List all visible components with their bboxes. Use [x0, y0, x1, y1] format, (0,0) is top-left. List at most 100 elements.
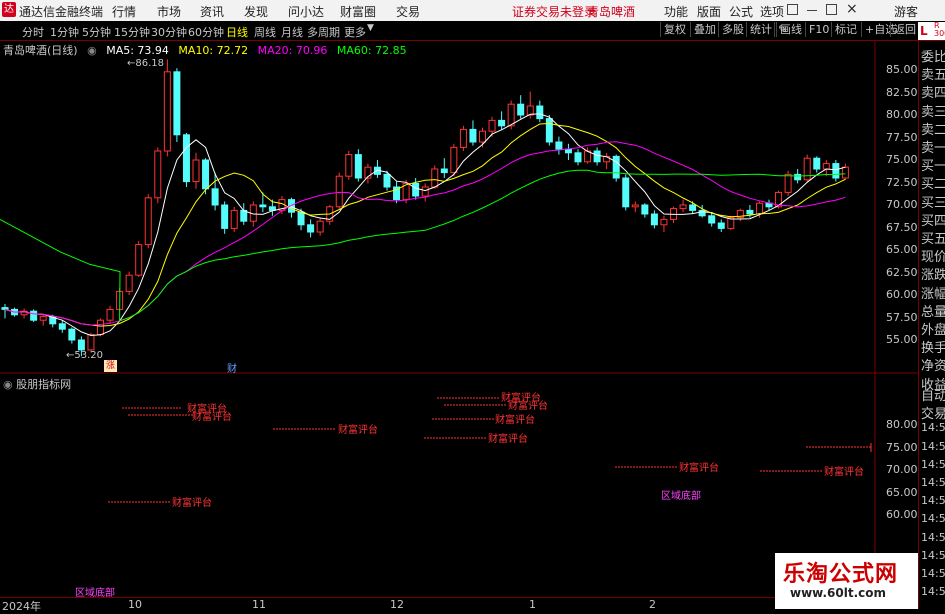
candle-body: [641, 204, 649, 215]
tick-time: 14:56: [921, 457, 945, 471]
candle-body: [650, 213, 658, 226]
candle-body: [192, 159, 200, 183]
quote-field-label: 外盘: [921, 323, 945, 338]
candle-body: [755, 202, 763, 215]
indicator-label-wealth: 财富评台: [495, 413, 535, 426]
sub-indicator-title: ◉ 股朋指标网: [3, 378, 72, 391]
watermark-title: 乐淘公式网: [783, 562, 899, 587]
candle-body: [698, 209, 706, 217]
price-tick: 85.00: [886, 63, 918, 76]
candle-body: [507, 103, 515, 127]
candle-body: [68, 328, 76, 341]
candle-body: [316, 220, 324, 233]
indicator-label-wealth: 财富评台: [679, 461, 719, 474]
candle-body: [202, 159, 210, 190]
quote-side-panel: 委比 卖五 卖四 卖三 卖二 卖一 买一 买二 买三 买四 买五 现价 涨跌 涨幅 总量 外盘 换手 净资 收益 自动…: [918, 41, 945, 609]
price-tick: 75.00: [886, 153, 918, 166]
quote-field-label: 买五: [921, 232, 945, 247]
indicator-label-bottom: 区域底部: [75, 586, 115, 597]
event-marker-up[interactable]: 涨: [104, 360, 117, 372]
tick-time: 14:56: [921, 421, 945, 435]
quote-field-label: 买一: [921, 159, 945, 175]
quote-field-label: 委比: [921, 50, 945, 65]
tick-time: 14:56: [921, 548, 945, 562]
candle-body: [154, 150, 162, 199]
watermark-url: www.60lt.com: [790, 586, 887, 600]
candle-body: [803, 157, 811, 181]
tick-time: 14:56: [921, 585, 945, 599]
kline-chart[interactable]: 财富评台财富评台财富评台财富评台财富评台财富评台财富评台财富评台财富评台 财富评台…: [0, 0, 918, 597]
candle-body: [660, 218, 668, 226]
candle-body: [822, 163, 830, 170]
price-tick: 65.00: [886, 243, 918, 256]
candle-body: [383, 173, 391, 188]
price-tick: 60.00: [886, 288, 918, 301]
candle-body: [622, 177, 630, 208]
auto-trade-label: 自动: [921, 389, 945, 404]
candle-body: [221, 204, 229, 229]
candle-body: [97, 319, 104, 336]
indicator-toggle-icon[interactable]: ◉: [3, 378, 13, 391]
tick-time: 14:56: [921, 530, 945, 544]
candle-body: [58, 323, 66, 330]
indicator-label-wealth: 财富评台: [824, 465, 864, 478]
price-tick: 70.00: [886, 198, 918, 211]
panel-corner-l[interactable]: L: [920, 24, 928, 38]
candle-body: [488, 119, 496, 132]
candle-body: [125, 274, 133, 292]
indicator-tick: 75.00: [886, 440, 918, 454]
indicator-label-wealth: 财富评台: [172, 496, 212, 509]
quote-field-label: 现价: [921, 250, 945, 266]
tick-time: 14:56: [921, 439, 945, 453]
quote-field-label: 净资: [921, 359, 945, 375]
date-label-oct: 10: [128, 598, 142, 611]
candle-body: [459, 128, 467, 148]
quote-field-label: 买四: [921, 213, 945, 229]
quote-field-label: 卖四: [921, 86, 945, 102]
candle-body: [87, 334, 95, 351]
low-price-annotation: ←53.20: [66, 350, 104, 361]
tick-time: 14:56: [921, 567, 945, 580]
candle-body: [259, 204, 267, 208]
candle-body: [345, 154, 353, 177]
quote-field-label: 卖二: [921, 122, 945, 138]
high-price-annotation: ←86.18: [127, 58, 165, 69]
price-tick: 82.50: [886, 85, 918, 99]
candle-body: [412, 182, 420, 197]
date-label-feb: 2: [649, 598, 656, 611]
indicator-tick: 60.00: [886, 508, 918, 522]
price-tick: 57.50: [886, 310, 918, 324]
candle-body: [1, 307, 9, 310]
tick-time: 14:56: [921, 476, 945, 489]
indicator-label-wealth: 财富评台: [508, 399, 548, 412]
price-tick: 77.50: [886, 130, 918, 144]
panel-corner-r[interactable]: R 300: [934, 22, 945, 38]
candle-body: [517, 103, 525, 116]
quote-field-label: 换手: [921, 341, 945, 357]
candle-body: [564, 148, 572, 154]
candle-body: [794, 173, 802, 181]
quote-field-label: 涨跌: [921, 268, 945, 284]
candle-body: [211, 188, 219, 206]
indicator-label-bottom: 区域底部: [661, 489, 701, 502]
candle-body: [297, 211, 305, 226]
candle-body: [555, 141, 563, 150]
price-tick: 55.00: [886, 333, 918, 346]
quote-field-label: 涨幅: [921, 286, 945, 302]
event-marker-finance[interactable]: 财: [227, 360, 237, 375]
price-tick: 80.00: [886, 108, 918, 121]
price-tick: 67.50: [886, 220, 918, 234]
candle-body: [30, 310, 38, 321]
candle-body: [307, 224, 315, 233]
candle-body: [77, 339, 85, 351]
indicator-tick: 70.00: [886, 463, 918, 477]
candle-body: [526, 105, 534, 116]
quote-field-label: 买二: [921, 177, 945, 193]
candle-body: [631, 204, 639, 208]
candle-body: [39, 316, 47, 321]
candle-body: [163, 71, 171, 152]
candle-body: [479, 130, 486, 143]
tick-time: 14:56: [921, 494, 945, 508]
indicator-tick: 65.00: [886, 485, 918, 499]
candle-body: [135, 244, 143, 276]
